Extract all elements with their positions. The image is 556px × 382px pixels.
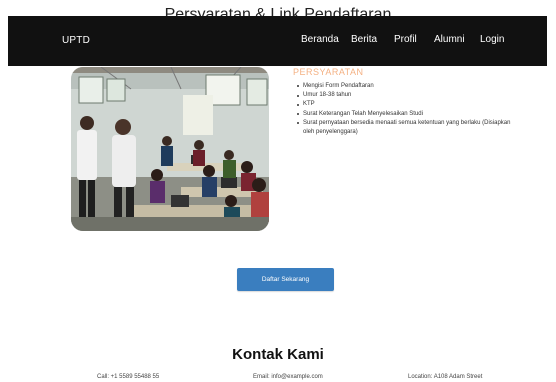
- page: Persyaratan & Link Pendaftaran UPTD Bera…: [0, 0, 556, 382]
- nav-link-berita[interactable]: Berita: [351, 34, 377, 45]
- nav-link-profil[interactable]: Profil: [394, 34, 417, 45]
- requirement-item: Surat Keterangan Telah Menyelesaikan Stu…: [297, 110, 512, 119]
- contact-location: Location: A108 Adam Street: [408, 374, 483, 380]
- navbar: UPTD Beranda Berita Profil Alumni Login: [8, 16, 547, 66]
- nav-link-beranda[interactable]: Beranda: [301, 34, 339, 45]
- contact-email[interactable]: Email: info@example.com: [253, 374, 323, 380]
- requirements-list: Mengisi Form Pendaftaran Umur 18-38 tahu…: [297, 82, 512, 137]
- requirement-item: Surat pernyataan bersedia menaati semua …: [297, 119, 512, 137]
- contact-title: Kontak Kami: [232, 346, 324, 363]
- requirement-item: Umur 18-38 tahun: [297, 91, 512, 100]
- nav-link-alumni[interactable]: Alumni: [434, 34, 465, 45]
- nav-link-login[interactable]: Login: [480, 34, 504, 45]
- contact-phone: Call: +1 5589 55488 55: [97, 374, 160, 380]
- requirement-item: Mengisi Form Pendaftaran: [297, 82, 512, 91]
- register-now-button[interactable]: Daftar Sekarang: [237, 268, 334, 291]
- training-class-photo: [71, 67, 269, 231]
- requirement-item: KTP: [297, 100, 512, 109]
- requirements-title: PERSYARATAN: [293, 67, 364, 77]
- brand-logo[interactable]: UPTD: [62, 35, 90, 46]
